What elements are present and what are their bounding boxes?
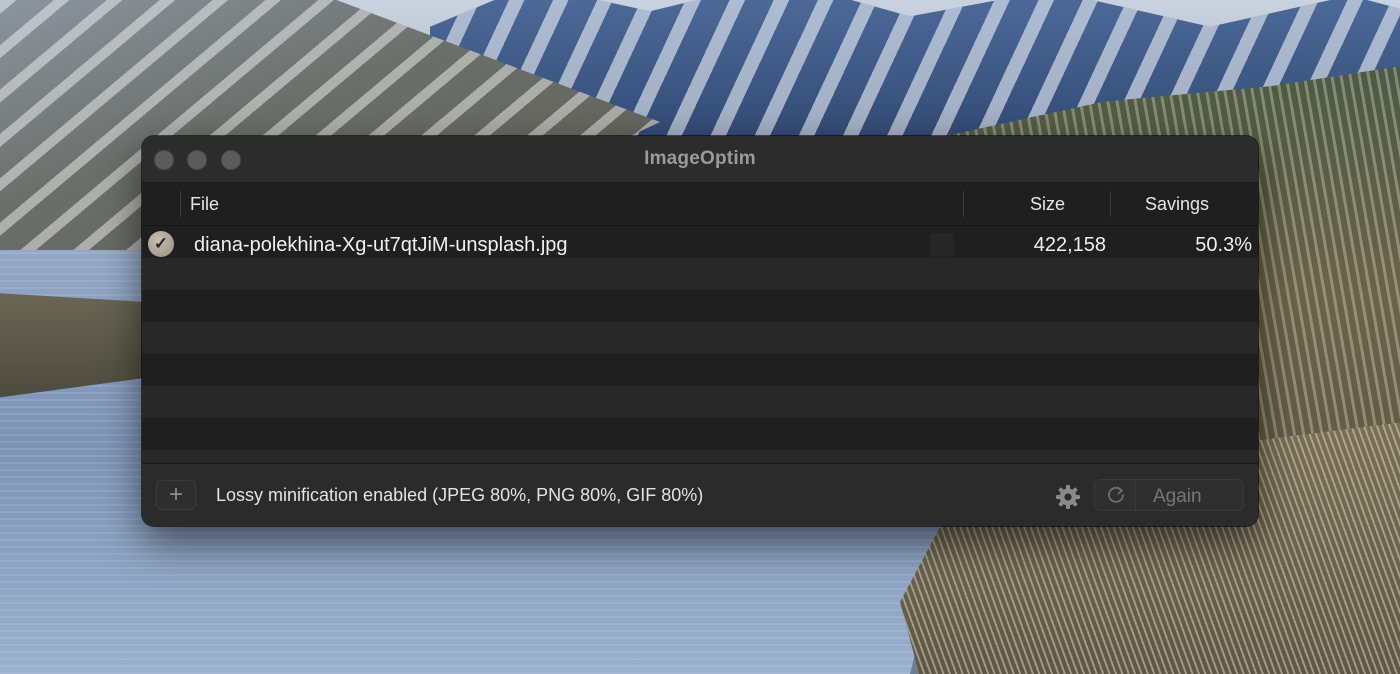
window-title: ImageOptim xyxy=(644,148,756,169)
gear-icon[interactable] xyxy=(1054,483,1082,511)
again-button[interactable]: Again xyxy=(1094,479,1244,511)
footer-bar: + Lossy minification enabled (JPEG 80%, … xyxy=(142,463,1258,526)
column-header-size[interactable]: Size xyxy=(1030,194,1065,215)
column-header-file[interactable]: File xyxy=(190,194,219,215)
again-button-label: Again xyxy=(1153,486,1202,507)
column-separator[interactable] xyxy=(963,191,964,217)
imageoptim-window: ImageOptim File Size Savings ✓ diana-pol… xyxy=(142,136,1258,526)
file-savings: 50.3% xyxy=(1195,234,1252,256)
column-header-savings[interactable]: Savings xyxy=(1145,194,1209,215)
empty-row xyxy=(142,258,1258,290)
again-button-divider xyxy=(1135,480,1136,510)
file-list[interactable]: ✓ diana-polekhina-Xg-ut7qtJiM-unsplash.j… xyxy=(142,226,1258,462)
status-text: Lossy minification enabled (JPEG 80%, PN… xyxy=(216,485,704,505)
reload-icon xyxy=(1108,486,1124,503)
checkmark-icon: ✓ xyxy=(148,231,174,257)
empty-row xyxy=(142,354,1258,386)
column-separator[interactable] xyxy=(180,191,181,217)
empty-row xyxy=(142,386,1258,418)
column-separator[interactable] xyxy=(1110,191,1111,217)
add-files-button[interactable]: + xyxy=(156,480,196,510)
empty-row xyxy=(142,290,1258,322)
empty-row xyxy=(142,322,1258,354)
table-header: File Size Savings xyxy=(142,183,1258,226)
table-row[interactable]: ✓ diana-polekhina-Xg-ut7qtJiM-unsplash.j… xyxy=(142,226,1258,258)
title-bar[interactable]: ImageOptim xyxy=(142,136,1258,183)
file-size: 422,158 xyxy=(1033,234,1106,256)
file-name: diana-polekhina-Xg-ut7qtJiM-unsplash.jpg xyxy=(194,234,568,256)
empty-row xyxy=(142,418,1258,450)
row-marker xyxy=(930,233,954,257)
empty-row xyxy=(142,450,1258,462)
